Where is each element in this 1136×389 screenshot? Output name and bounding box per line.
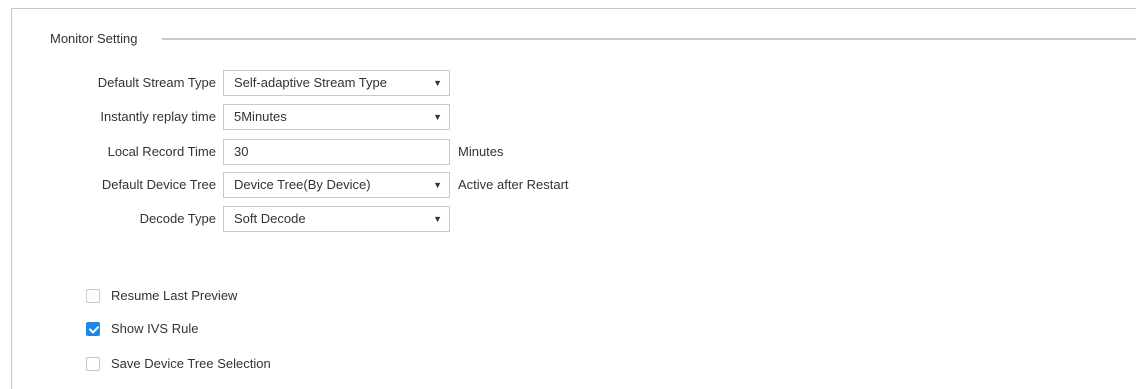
instant-replay-time-value: 5Minutes (234, 109, 287, 124)
show-ivs-rule-label: Show IVS Rule (111, 321, 199, 336)
decode-type-label: Decode Type (139, 211, 216, 226)
checkbox-checked-icon[interactable] (86, 322, 100, 336)
checkbox-icon[interactable] (86, 289, 100, 303)
section-title: Monitor Setting (50, 31, 138, 46)
local-record-time-unit: Minutes (458, 144, 504, 159)
local-record-time-value: 30 (234, 144, 249, 159)
chevron-down-icon: ▼ (433, 78, 442, 88)
default-stream-type-label: Default Stream Type (97, 75, 216, 90)
default-device-tree-value: Device Tree(By Device) (234, 177, 371, 192)
checkbox-icon[interactable] (86, 357, 100, 371)
device-tree-restart-note: Active after Restart (458, 177, 569, 192)
instant-replay-time-select[interactable]: 5Minutes ▼ (223, 104, 450, 130)
decode-type-value: Soft Decode (234, 211, 306, 226)
resume-last-preview-label: Resume Last Preview (111, 288, 238, 303)
default-device-tree-select[interactable]: Device Tree(By Device) ▼ (223, 172, 450, 198)
section-divider (162, 38, 1136, 40)
default-stream-type-select[interactable]: Self-adaptive Stream Type ▼ (223, 70, 450, 96)
chevron-down-icon: ▼ (433, 180, 442, 190)
save-device-tree-selection-label: Save Device Tree Selection (111, 356, 271, 371)
chevron-down-icon: ▼ (433, 112, 442, 122)
default-device-tree-label: Default Device Tree (101, 177, 216, 192)
instant-replay-time-label: Instantly replay time (100, 109, 216, 124)
chevron-down-icon: ▼ (433, 214, 442, 224)
decode-type-select[interactable]: Soft Decode ▼ (223, 206, 450, 232)
default-stream-type-value: Self-adaptive Stream Type (234, 75, 387, 90)
local-record-time-input[interactable]: 30 (223, 139, 450, 165)
local-record-time-label: Local Record Time (107, 144, 216, 159)
